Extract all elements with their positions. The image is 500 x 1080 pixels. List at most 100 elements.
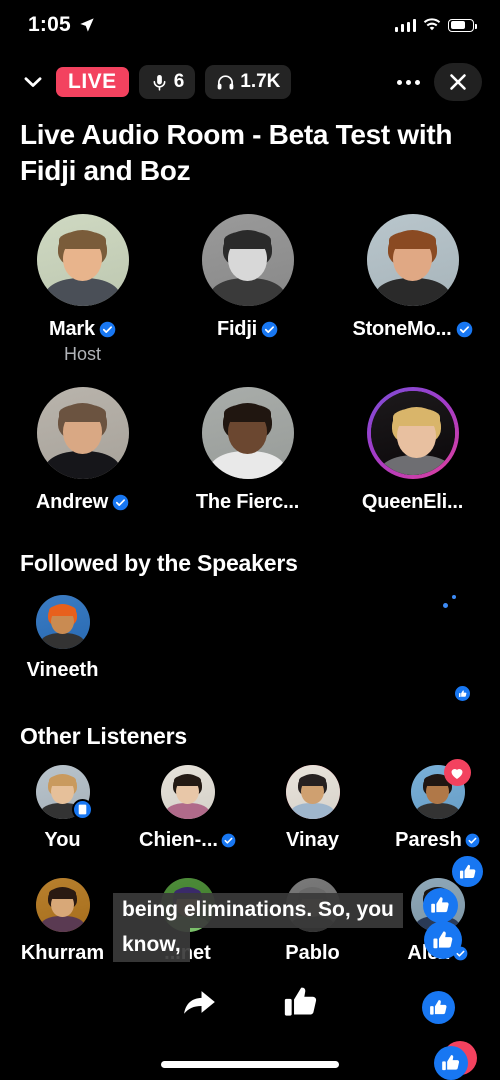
close-icon	[450, 74, 466, 90]
speaker-name-text: The Fierc...	[195, 491, 300, 513]
verified-badge-icon	[112, 494, 129, 511]
avatar-artwork	[201, 214, 294, 306]
like-button[interactable]	[278, 979, 324, 1025]
status-bar: 1:05	[0, 0, 500, 50]
followed-row: Vineeth	[0, 595, 500, 682]
listener-name: Vinay	[286, 829, 339, 852]
speaker-fidji[interactable]: Fidji	[165, 214, 330, 365]
avatar-image	[285, 765, 340, 819]
avatar[interactable]	[366, 214, 459, 306]
listener-khurram[interactable]: Khurram	[0, 878, 125, 965]
room-title: Live Audio Room - Beta Test with Fidji a…	[20, 119, 453, 186]
listeners-count-pill[interactable]: 1.7K	[205, 65, 292, 99]
avatar[interactable]	[201, 214, 294, 306]
listener-name: You	[44, 829, 80, 852]
avatar-image	[36, 214, 129, 306]
speaker-name-text: Fidji	[216, 318, 258, 340]
avatar-image	[160, 765, 215, 819]
avatar-artwork	[370, 391, 455, 475]
thumbs-up-reaction-icon	[431, 897, 449, 913]
avatar-image	[35, 878, 90, 932]
listener-name-text: You	[44, 829, 81, 851]
speaker-name-text: Mark	[49, 318, 95, 340]
verified-badge-icon	[261, 321, 278, 338]
speaker-stonemo[interactable]: StoneMo...	[330, 214, 495, 365]
status-time: 1:05	[28, 13, 71, 36]
avatar[interactable]	[366, 387, 459, 479]
room-control-bar: LIVE 6 1.7K	[0, 58, 500, 106]
cellular-signal-icon	[394, 18, 416, 32]
avatar-artwork	[36, 214, 129, 306]
heart-reaction-badge	[443, 759, 471, 786]
listener-row: You Chien-... Vinay Paresh	[0, 759, 500, 852]
profile-frame-badge	[71, 799, 93, 820]
room-action-bar	[0, 972, 500, 1032]
thumbs-up-reaction-icon	[459, 864, 475, 879]
reaction-particle	[443, 603, 448, 608]
listener-paresh[interactable]: Paresh	[375, 759, 500, 852]
speakers-count-pill[interactable]: 6	[138, 65, 196, 99]
speaking-ring	[366, 387, 459, 479]
verified-badge-icon	[221, 833, 236, 848]
avatar-image	[35, 595, 90, 649]
headphones-icon	[217, 74, 234, 89]
ellipsis-icon[interactable]	[393, 74, 424, 91]
avatar-artwork	[35, 595, 90, 649]
followed-section-heading: Followed by the Speakers	[20, 550, 298, 576]
listeners-count-value: 1.7K	[240, 71, 281, 92]
avatar-artwork	[201, 387, 294, 479]
location-arrow-icon	[80, 18, 94, 32]
avatar[interactable]	[36, 387, 129, 479]
speaker-thefierc[interactable]: The Fierc...	[165, 387, 330, 514]
followed-list: Vineeth	[0, 595, 500, 682]
avatar-image	[366, 214, 459, 306]
listener-chien[interactable]: Chien-...	[125, 765, 250, 852]
speaker-name-text: QueenEli...	[361, 491, 464, 513]
avatar[interactable]	[201, 387, 294, 479]
verified-badge-icon	[456, 321, 472, 338]
battery-icon	[448, 18, 477, 32]
listener-you[interactable]: You	[0, 765, 125, 852]
listener-vinay[interactable]: Vinay	[250, 765, 375, 852]
followed-person-vineeth[interactable]: Vineeth	[0, 595, 125, 682]
listener-name: Paresh	[395, 829, 480, 852]
speaker-name: StoneMo...	[352, 318, 472, 341]
speaker-queeneli[interactable]: QueenEli...	[330, 387, 495, 514]
avatar[interactable]	[285, 765, 340, 819]
speaker-mark[interactable]: Mark Host	[0, 214, 165, 365]
person-name: Vineeth	[27, 659, 99, 682]
heart-reaction-icon	[451, 768, 463, 779]
close-room-button[interactable]	[434, 63, 482, 101]
listeners-section-heading: Other Listeners	[20, 723, 187, 749]
speaker-name-text: StoneMo...	[352, 318, 452, 340]
speaker-name: QueenEli...	[362, 491, 463, 514]
listener-name-text: Chien-...	[139, 829, 218, 851]
speaker-name: The Fierc...	[196, 491, 299, 514]
live-caption: being eliminations. So, you know,	[113, 893, 403, 963]
chevron-down-icon[interactable]	[20, 69, 46, 95]
floating-reaction-bubble	[452, 856, 483, 887]
speakers-count-value: 6	[173, 71, 185, 92]
avatar[interactable]	[35, 765, 93, 820]
listener-name-text: Vinay	[286, 829, 339, 851]
avatar[interactable]	[35, 878, 90, 932]
speaker-name: Andrew	[36, 491, 129, 514]
caption-line-2: know,	[113, 927, 190, 963]
live-audio-room-screen: 1:05 LIVE 6 1.7K Live Audio Room - Beta …	[0, 0, 500, 1080]
speaker-row: Mark Host Fidji StoneMo...	[0, 214, 500, 365]
avatar[interactable]	[160, 765, 215, 819]
avatar-artwork	[35, 878, 90, 932]
speaker-andrew[interactable]: Andrew	[0, 387, 165, 514]
avatar[interactable]	[410, 759, 471, 819]
floating-reaction-bubble	[424, 921, 462, 959]
speaker-name-text: Andrew	[35, 491, 109, 513]
listener-name-text: Khurram	[20, 942, 105, 964]
speaker-name: Fidji	[217, 318, 278, 341]
reaction-particle	[452, 595, 456, 599]
avatar-artwork	[160, 765, 215, 819]
avatar[interactable]	[35, 595, 90, 649]
avatar-artwork	[285, 765, 340, 819]
avatar[interactable]	[36, 214, 129, 306]
share-button[interactable]	[176, 979, 222, 1025]
thumbs-up-reaction-icon	[442, 1055, 460, 1071]
